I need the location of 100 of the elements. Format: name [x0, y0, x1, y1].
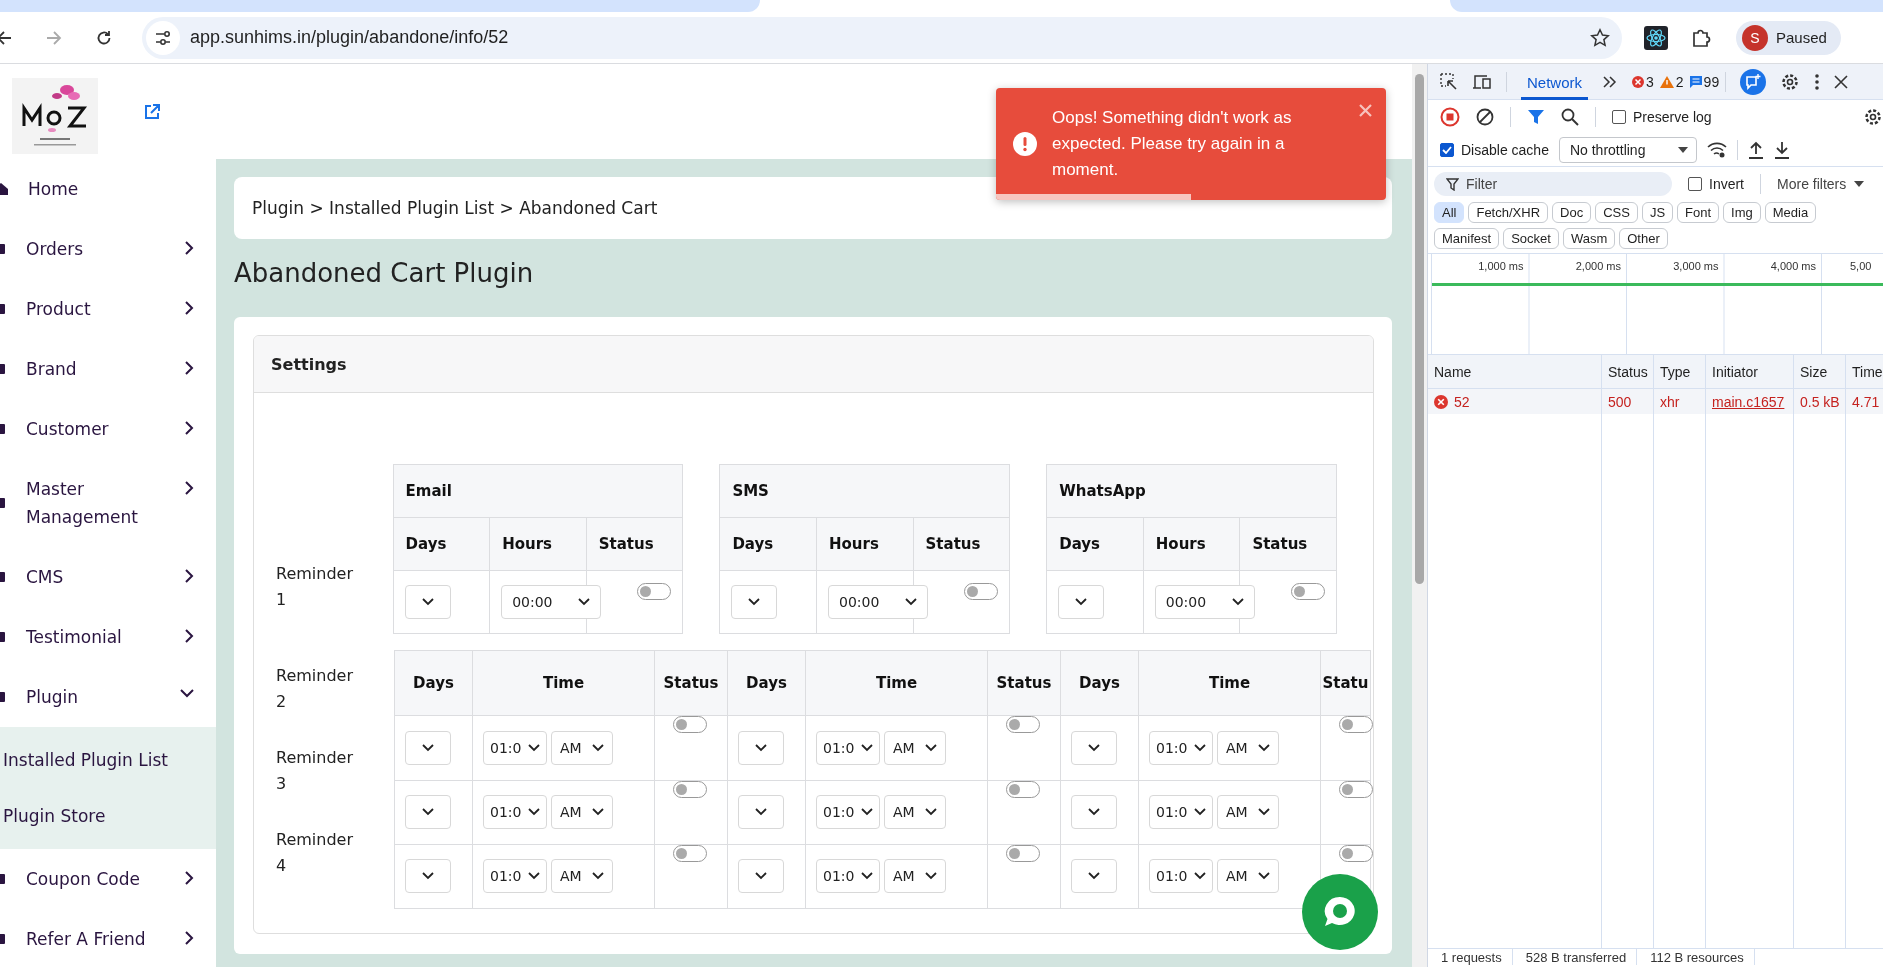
filter-chip[interactable]: All	[1434, 202, 1465, 223]
status-toggle[interactable]	[964, 583, 999, 600]
days-select[interactable]	[405, 795, 451, 830]
sidebar-item[interactable]: Home	[0, 159, 216, 219]
scrollbar[interactable]	[1412, 64, 1427, 967]
hours-select[interactable]: 00:00	[1154, 585, 1255, 619]
days-select[interactable]	[405, 731, 451, 765]
invert-checkbox[interactable]: Invert	[1688, 175, 1744, 192]
search-icon[interactable]	[1561, 108, 1579, 126]
table-cell[interactable]: 52	[1428, 389, 1602, 414]
time-select[interactable]: 01:0	[816, 731, 880, 765]
status-toggle[interactable]	[673, 716, 707, 734]
back-icon[interactable]	[0, 29, 12, 46]
sidebar-item[interactable]: Product	[0, 279, 216, 339]
days-select[interactable]	[1071, 795, 1117, 830]
filter-chip[interactable]: Fetch/XHR	[1468, 202, 1549, 223]
meridiem-select[interactable]: AM	[884, 731, 946, 765]
disable-cache-checkbox[interactable]: Disable cache	[1440, 142, 1549, 158]
hours-select[interactable]: 00:00	[501, 585, 602, 619]
filter-chip[interactable]: CSS	[1595, 202, 1638, 223]
sidebar-item[interactable]: Plugin	[0, 667, 216, 727]
time-select[interactable]: 01:0	[816, 795, 880, 830]
double-chevron-icon[interactable]	[1602, 75, 1618, 88]
sidebar-item[interactable]: Orders	[0, 219, 216, 279]
sidebar-item[interactable]: Master Management	[0, 459, 216, 547]
time-select[interactable]: 01:0	[1149, 731, 1213, 765]
filter-chip[interactable]: Doc	[1552, 202, 1592, 223]
filter-chip[interactable]: JS	[1641, 202, 1674, 223]
column-header[interactable]: Type	[1654, 355, 1706, 388]
settings-icon[interactable]	[1863, 107, 1883, 127]
time-select[interactable]: 01:0	[483, 731, 547, 765]
sidebar-item[interactable]: Customer	[0, 399, 216, 459]
forward-icon[interactable]	[46, 29, 62, 46]
profile-button[interactable]: S Paused	[1736, 20, 1841, 55]
status-toggle[interactable]	[1291, 583, 1325, 600]
filter-chip[interactable]: Wasm	[1562, 228, 1616, 249]
submenu-item[interactable]: Installed Plugin List	[0, 732, 216, 788]
download-icon[interactable]	[1773, 141, 1790, 159]
status-toggle[interactable]	[1339, 716, 1373, 734]
inspect-icon[interactable]	[1440, 72, 1458, 91]
sidebar-item[interactable]: Refer A Friend	[0, 909, 216, 967]
time-select[interactable]: 01:0	[1149, 795, 1213, 830]
wifi-gear-icon[interactable]	[1706, 141, 1727, 159]
column-header[interactable]: Time	[1846, 355, 1883, 388]
status-toggle[interactable]	[637, 583, 672, 600]
meridiem-select[interactable]: AM	[551, 859, 613, 894]
sidebar-item[interactable]: CMS	[0, 547, 216, 607]
device-icon[interactable]	[1472, 73, 1492, 90]
star-icon[interactable]	[1590, 27, 1610, 48]
filter-chip[interactable]: Font	[1677, 202, 1720, 223]
clear-icon[interactable]	[1476, 108, 1494, 126]
close-icon[interactable]	[1834, 74, 1849, 89]
atom-icon[interactable]	[1644, 25, 1668, 50]
meridiem-select[interactable]: AM	[884, 795, 946, 830]
time-select[interactable]: 01:0	[1149, 859, 1213, 894]
record-icon[interactable]	[1440, 107, 1460, 127]
error-count[interactable]: 3	[1632, 73, 1654, 90]
meridiem-select[interactable]: AM	[551, 731, 613, 765]
sidebar-item[interactable]: Brand	[0, 339, 216, 399]
filter-chip[interactable]: Media	[1764, 202, 1817, 223]
throttling-select[interactable]: No throttling	[1558, 137, 1697, 163]
filter-chip[interactable]: Img	[1723, 202, 1761, 223]
meridiem-select[interactable]: AM	[551, 795, 613, 830]
column-header[interactable]: Name	[1428, 355, 1602, 388]
days-select[interactable]	[404, 585, 451, 619]
message-count[interactable]: 99	[1689, 73, 1720, 90]
address-bar[interactable]: app.sunhims.in/plugin/abandone/info/52	[142, 16, 1622, 59]
days-select[interactable]	[738, 731, 784, 765]
time-select[interactable]: 01:0	[816, 859, 880, 894]
submenu-item[interactable]: Plugin Store	[0, 788, 216, 844]
warning-count[interactable]: 2	[1659, 73, 1684, 90]
filter-chip[interactable]: Other	[1619, 228, 1668, 249]
meridiem-select[interactable]: AM	[1217, 731, 1279, 765]
column-header[interactable]: Size	[1794, 355, 1846, 388]
external-link-icon[interactable]	[143, 102, 161, 121]
sidebar-item[interactable]: Testimonial	[0, 607, 216, 667]
scrollbar-thumb[interactable]	[1415, 74, 1424, 584]
site-settings-icon[interactable]	[146, 20, 180, 55]
upload-icon[interactable]	[1747, 141, 1764, 159]
meridiem-select[interactable]: AM	[884, 859, 946, 894]
days-select[interactable]	[1058, 585, 1105, 619]
more-filters-dropdown[interactable]: More filters	[1777, 175, 1865, 192]
days-select[interactable]	[1071, 731, 1117, 765]
days-select[interactable]	[738, 859, 784, 894]
days-select[interactable]	[1071, 859, 1117, 894]
preserve-log-checkbox[interactable]: Preserve log	[1612, 109, 1712, 125]
ai-assistant-icon[interactable]	[1740, 68, 1767, 95]
filter-chip[interactable]: Manifest	[1434, 228, 1500, 249]
initiator-link[interactable]: main.c1657	[1712, 393, 1785, 410]
time-select[interactable]: 01:0	[483, 859, 547, 894]
meridiem-select[interactable]: AM	[1217, 795, 1279, 830]
status-toggle[interactable]	[1006, 716, 1040, 734]
hours-select[interactable]: 00:00	[827, 585, 928, 619]
more-icon[interactable]	[1814, 72, 1821, 91]
days-select[interactable]	[738, 795, 784, 830]
column-header[interactable]: Status	[1602, 355, 1654, 388]
column-header[interactable]: Initiator	[1706, 355, 1794, 388]
settings-icon[interactable]	[1780, 71, 1801, 92]
days-select[interactable]	[405, 859, 451, 894]
devtools-tab[interactable]: Network	[1521, 64, 1588, 100]
